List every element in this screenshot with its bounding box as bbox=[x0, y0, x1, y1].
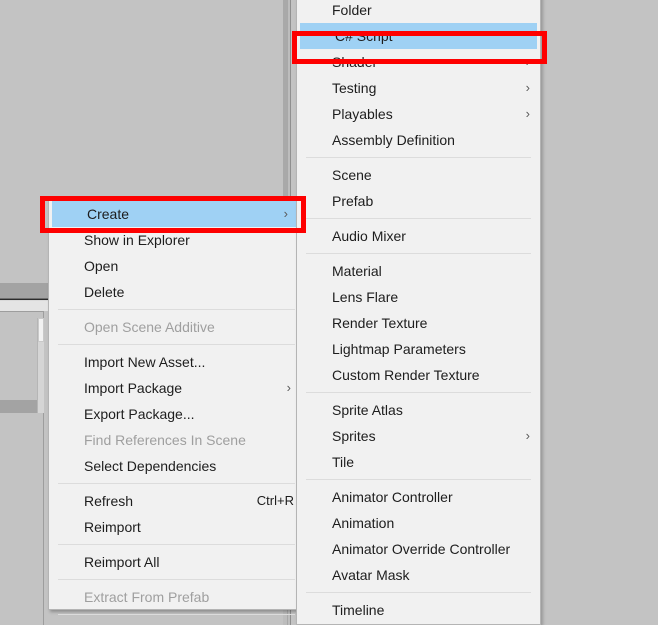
menu-item-assembly-definition[interactable]: Assembly Definition bbox=[297, 127, 540, 153]
menu-separator bbox=[58, 309, 295, 310]
menu-item-import-package[interactable]: Import Package › bbox=[49, 375, 304, 401]
menu-item-open-scene-additive: Open Scene Additive bbox=[49, 314, 304, 340]
menu-item-label: C# Script bbox=[335, 28, 393, 44]
menu-separator bbox=[306, 218, 531, 219]
menu-item-label: Import Package bbox=[84, 380, 183, 396]
menu-item-label: Testing bbox=[332, 80, 377, 96]
menu-item-avatar-mask[interactable]: Avatar Mask bbox=[297, 562, 540, 588]
menu-item-custom-render-texture[interactable]: Custom Render Texture bbox=[297, 362, 540, 388]
menu-item-label: Lens Flare bbox=[332, 289, 399, 305]
menu-item-open[interactable]: Open bbox=[49, 253, 304, 279]
menu-item-label: Delete bbox=[84, 284, 125, 300]
menu-item-lightmap-parameters[interactable]: Lightmap Parameters bbox=[297, 336, 540, 362]
menu-item-label: Avatar Mask bbox=[332, 567, 410, 583]
menu-item-prefab[interactable]: Prefab bbox=[297, 188, 540, 214]
menu-item-animator-override-controller[interactable]: Animator Override Controller bbox=[297, 536, 540, 562]
menu-item-label: Import New Asset... bbox=[84, 354, 206, 370]
menu-item-find-references-in-scene: Find References In Scene bbox=[49, 427, 304, 453]
menu-item-folder[interactable]: Folder bbox=[297, 0, 540, 23]
menu-item-show-in-explorer[interactable]: Show in Explorer bbox=[49, 227, 304, 253]
menu-separator bbox=[306, 479, 531, 480]
menu-item-lens-flare[interactable]: Lens Flare bbox=[297, 284, 540, 310]
menu-item-label: Prefab bbox=[332, 193, 374, 209]
menu-item-label: Open Scene Additive bbox=[84, 319, 215, 335]
menu-separator bbox=[306, 253, 531, 254]
menu-separator bbox=[306, 157, 531, 158]
menu-item-select-dependencies[interactable]: Select Dependencies bbox=[49, 453, 304, 479]
menu-item-shortcut: Ctrl+R bbox=[256, 493, 294, 508]
menu-item-animation[interactable]: Animation bbox=[297, 510, 540, 536]
menu-separator bbox=[58, 344, 295, 345]
menu-item-create[interactable]: Create › bbox=[52, 201, 301, 227]
menu-item-timeline[interactable]: Timeline bbox=[297, 597, 540, 623]
menu-item-render-texture[interactable]: Render Texture bbox=[297, 310, 540, 336]
menu-item-label: Create bbox=[87, 206, 130, 222]
menu-item-scene[interactable]: Scene bbox=[297, 162, 540, 188]
menu-item-label: Extract From Prefab bbox=[84, 589, 210, 605]
menu-separator bbox=[58, 483, 295, 484]
menu-item-run-api-updater: Run API Updater... bbox=[49, 619, 304, 625]
menu-item-playables[interactable]: Playables › bbox=[297, 101, 540, 127]
submenu-chevron-right-icon: › bbox=[525, 54, 530, 69]
menu-separator bbox=[58, 544, 295, 545]
menu-item-label: Playables bbox=[332, 106, 393, 122]
menu-item-shader[interactable]: Shader › bbox=[297, 49, 540, 75]
menu-item-label: Open bbox=[84, 258, 119, 274]
menu-item-label: Animation bbox=[332, 515, 395, 531]
menu-item-audio-mixer[interactable]: Audio Mixer bbox=[297, 223, 540, 249]
menu-item-label: Find References In Scene bbox=[84, 432, 246, 448]
project-context-menu[interactable]: Create › Show in Explorer Open Delete Open Sc… bbox=[48, 198, 305, 625]
create-submenu[interactable]: Folder C# Script Shader › Testing › Playables ›… bbox=[296, 0, 541, 625]
menu-item-reimport-all[interactable]: Reimport All bbox=[49, 549, 304, 575]
menu-item-label: Tile bbox=[332, 454, 355, 470]
menu-item-label: Audio Mixer bbox=[332, 228, 406, 244]
menu-item-label: Scene bbox=[332, 167, 372, 183]
menu-separator bbox=[58, 614, 295, 615]
menu-item-label: Animator Override Controller bbox=[332, 541, 511, 557]
menu-item-label: Reimport bbox=[84, 519, 141, 535]
submenu-chevron-right-icon: › bbox=[525, 428, 530, 443]
menu-item-label: Sprite Atlas bbox=[332, 402, 403, 418]
editor-screen: Create › Show in Explorer Open Delete Open Sc… bbox=[0, 0, 658, 625]
submenu-chevron-right-icon: › bbox=[525, 80, 530, 95]
menu-item-reimport[interactable]: Reimport bbox=[49, 514, 304, 540]
menu-item-sprite-atlas[interactable]: Sprite Atlas bbox=[297, 397, 540, 423]
menu-item-import-new-asset[interactable]: Import New Asset... bbox=[49, 349, 304, 375]
menu-item-label: Material bbox=[332, 263, 382, 279]
menu-item-label: Animator Controller bbox=[332, 489, 453, 505]
menu-item-label: Run API Updater... bbox=[84, 619, 200, 625]
menu-item-label: Sprites bbox=[332, 428, 376, 444]
menu-item-refresh[interactable]: Refresh Ctrl+R bbox=[49, 488, 304, 514]
menu-item-label: Assembly Definition bbox=[332, 132, 455, 148]
menu-item-testing[interactable]: Testing › bbox=[297, 75, 540, 101]
menu-item-export-package[interactable]: Export Package... bbox=[49, 401, 304, 427]
background-row-band-upper bbox=[0, 283, 48, 298]
menu-item-label: Lightmap Parameters bbox=[332, 341, 466, 357]
menu-item-label: Shader bbox=[332, 54, 378, 70]
menu-item-c-script[interactable]: C# Script bbox=[300, 23, 537, 49]
menu-item-label: Render Texture bbox=[332, 315, 428, 331]
menu-item-material[interactable]: Material bbox=[297, 258, 540, 284]
submenu-chevron-right-icon: › bbox=[286, 380, 291, 395]
menu-item-animator-controller[interactable]: Animator Controller bbox=[297, 484, 540, 510]
menu-separator bbox=[306, 392, 531, 393]
subpanel-scrollbar-thumb[interactable] bbox=[38, 318, 44, 342]
menu-item-delete[interactable]: Delete bbox=[49, 279, 304, 305]
background-row-band-light bbox=[0, 301, 48, 311]
menu-separator bbox=[58, 579, 295, 580]
menu-item-label: Timeline bbox=[332, 602, 385, 618]
menu-item-label: Reimport All bbox=[84, 554, 160, 570]
menu-item-label: Show in Explorer bbox=[84, 232, 190, 248]
menu-item-label: Folder bbox=[332, 2, 372, 18]
menu-item-label: Export Package... bbox=[84, 406, 195, 422]
menu-item-label: Select Dependencies bbox=[84, 458, 217, 474]
menu-item-label: Custom Render Texture bbox=[332, 367, 480, 383]
submenu-chevron-right-icon: › bbox=[525, 106, 530, 121]
menu-item-sprites[interactable]: Sprites › bbox=[297, 423, 540, 449]
menu-separator bbox=[306, 592, 531, 593]
menu-item-extract-from-prefab: Extract From Prefab bbox=[49, 584, 304, 610]
menu-item-label: Refresh bbox=[84, 493, 134, 509]
menu-item-tile[interactable]: Tile bbox=[297, 449, 540, 475]
submenu-chevron-right-icon: › bbox=[283, 206, 288, 221]
